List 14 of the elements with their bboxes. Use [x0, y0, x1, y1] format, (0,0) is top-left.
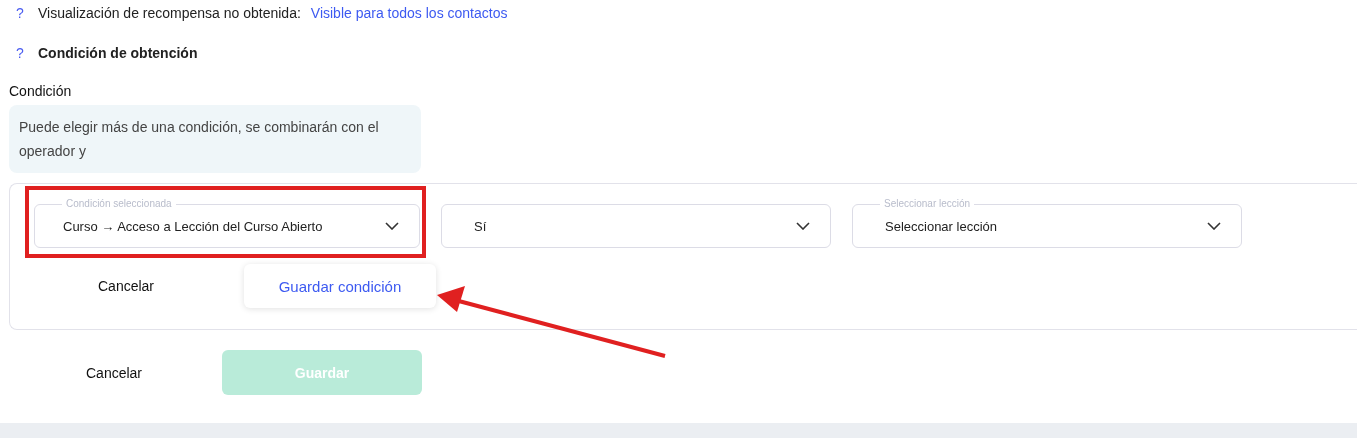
section-title: Condición de obtención: [38, 45, 198, 61]
cancel-button[interactable]: Cancelar: [14, 350, 214, 395]
save-condition-button[interactable]: Guardar condición: [244, 264, 436, 308]
cancel-button[interactable]: Cancelar: [26, 264, 226, 308]
help-icon[interactable]: ?: [16, 5, 30, 21]
chevron-down-icon: [385, 222, 399, 230]
visibility-link[interactable]: Visible para todos los contactos: [310, 5, 508, 21]
help-icon[interactable]: ?: [16, 45, 30, 61]
select-field[interactable]: Sí: [441, 204, 831, 248]
field-label: Condición: [9, 83, 73, 99]
chevron-down-icon: [1207, 222, 1221, 230]
field-label: Visualización de recompensa no obtenida:: [38, 5, 301, 21]
chevron-down-icon: [796, 222, 810, 230]
info-box: Puede elegir más de una condición, se combinarán con el operador y: [9, 105, 421, 173]
